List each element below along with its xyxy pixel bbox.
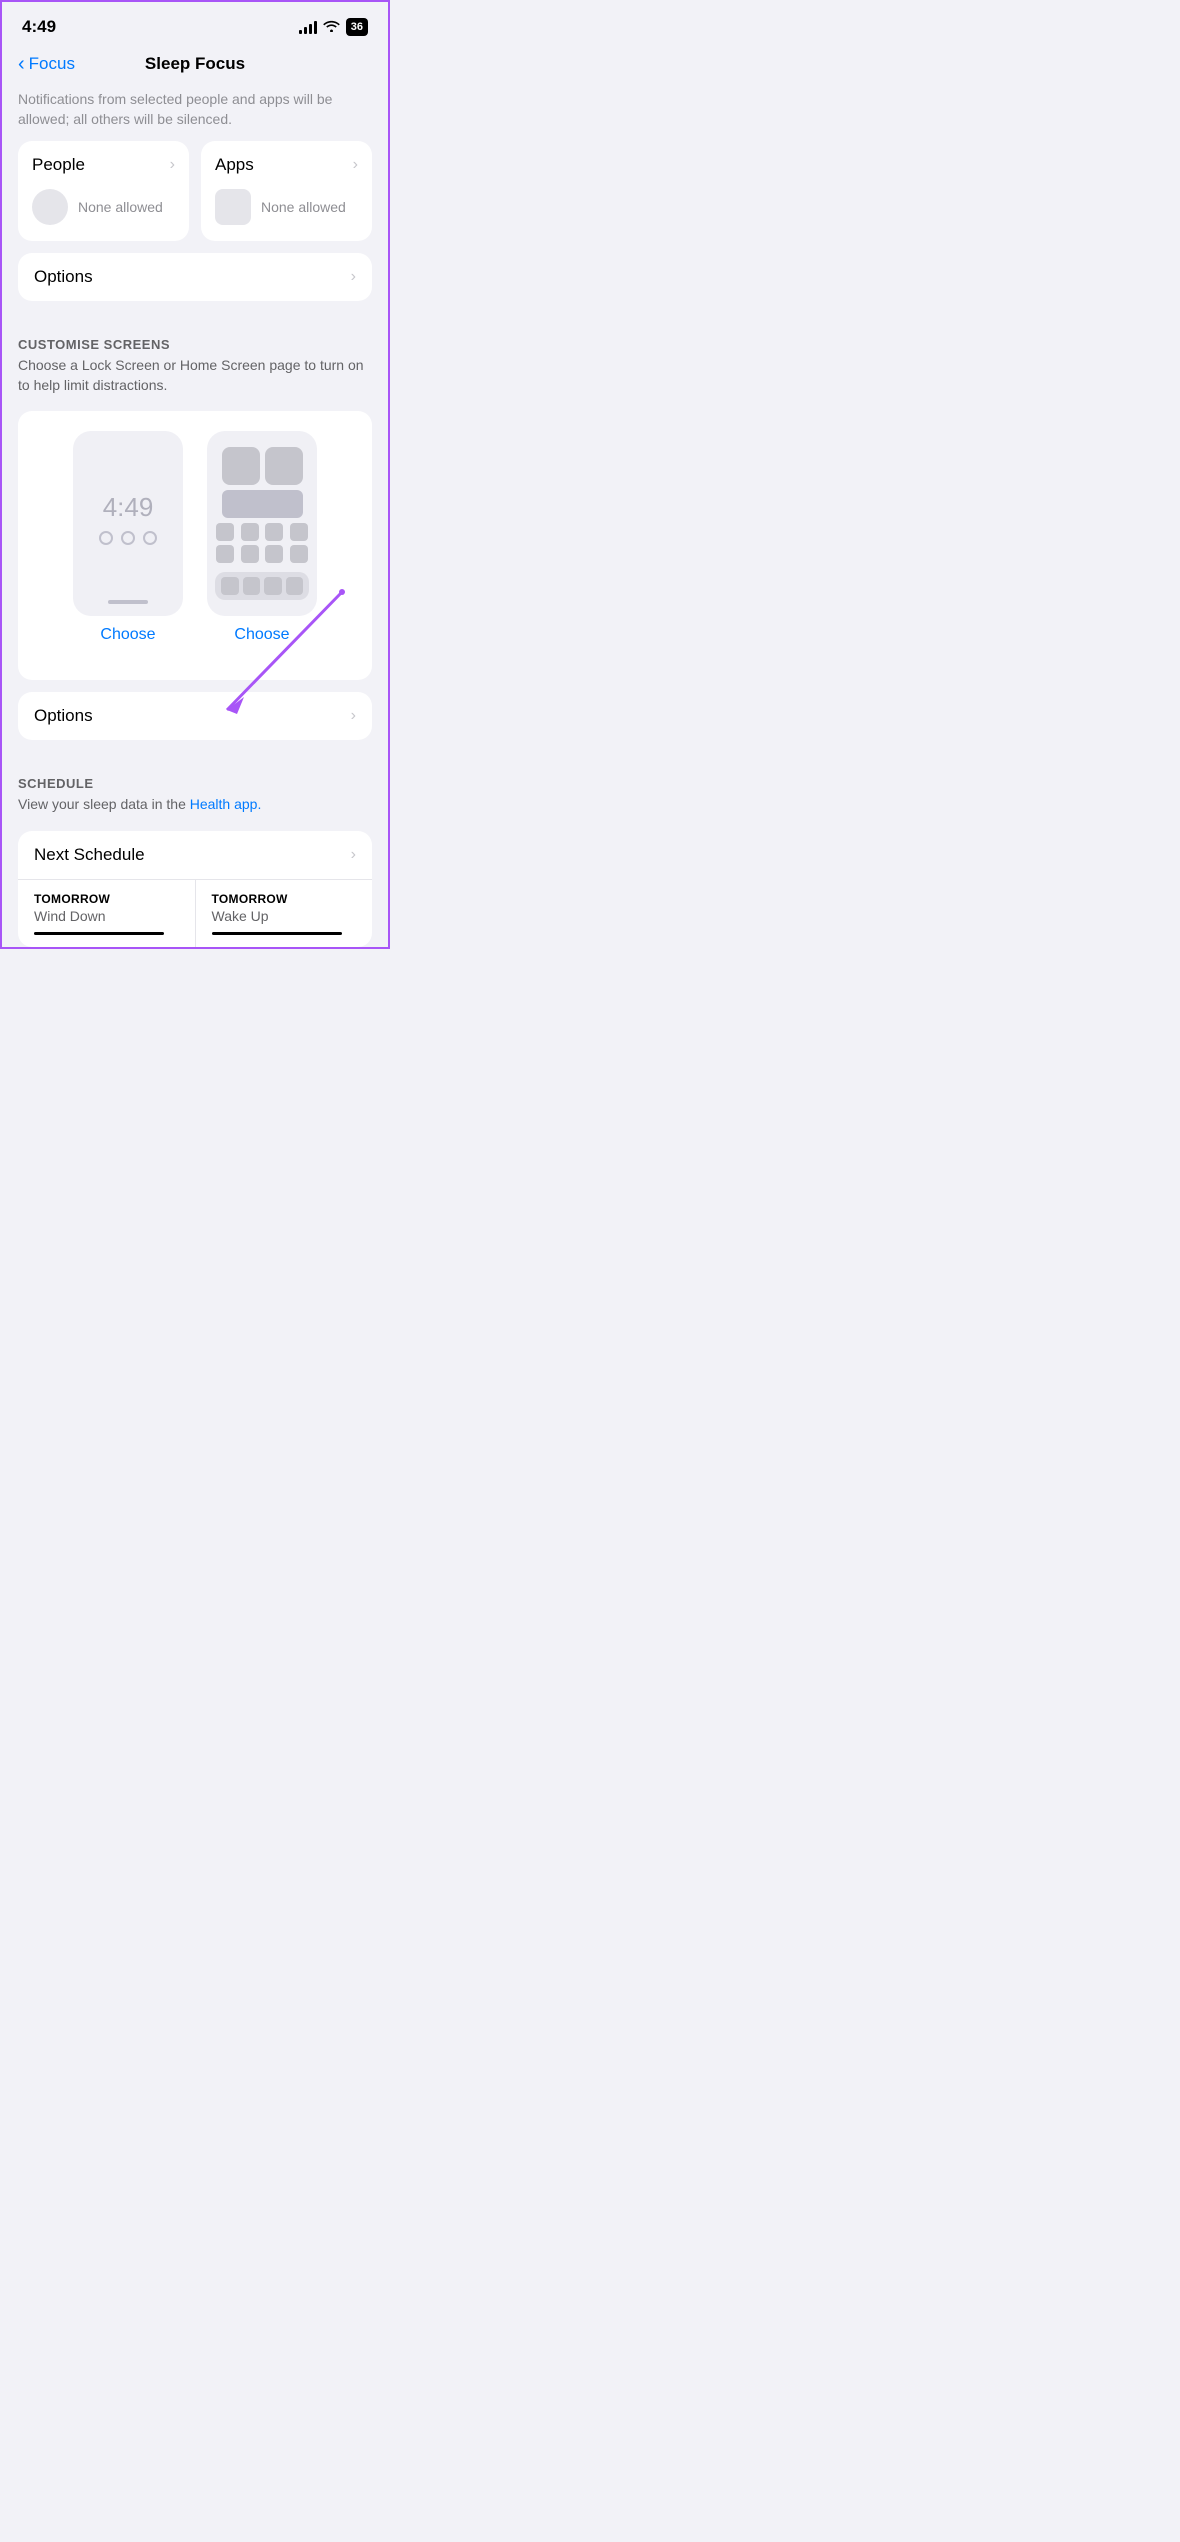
intro-content: Notifications from selected people and a… bbox=[18, 91, 332, 127]
customise-section-header: CUSTOMISE SCREENS Choose a Lock Screen o… bbox=[2, 329, 388, 401]
schedule-section-header: SCHEDULE View your sleep data in the Hea… bbox=[2, 768, 388, 821]
home-screen-choose-button[interactable]: Choose bbox=[234, 626, 289, 644]
dock-icon-1 bbox=[221, 577, 239, 595]
home-screen-mockup bbox=[207, 431, 317, 616]
dock-icon-2 bbox=[243, 577, 261, 595]
apps-card-content: None allowed bbox=[215, 189, 358, 225]
home-icon-3 bbox=[216, 523, 234, 541]
battery-level: 36 bbox=[351, 21, 363, 33]
people-none-text: None allowed bbox=[78, 199, 163, 215]
next-schedule-label: Next Schedule bbox=[34, 845, 145, 865]
apps-icon bbox=[215, 189, 251, 225]
winddown-day: TOMORROW bbox=[34, 892, 179, 906]
home-icon-1 bbox=[222, 447, 260, 485]
chevron-left-icon: ‹ bbox=[18, 53, 25, 76]
home-icon-5 bbox=[265, 523, 283, 541]
battery-icon: 36 bbox=[346, 18, 368, 36]
intro-text: Notifications from selected people and a… bbox=[2, 86, 388, 141]
schedule-item-wakeup: TOMORROW Wake Up bbox=[196, 880, 373, 947]
home-widget bbox=[222, 490, 303, 518]
health-app-link[interactable]: Health app. bbox=[190, 796, 262, 812]
nav-bar: ‹ Focus Sleep Focus bbox=[2, 46, 388, 86]
apps-none-text: None allowed bbox=[261, 199, 346, 215]
dock-icon-4 bbox=[286, 577, 304, 595]
apps-card-title: Apps bbox=[215, 155, 254, 175]
options-annotated-label: Options bbox=[34, 706, 93, 726]
people-card-title: People bbox=[32, 155, 85, 175]
lock-dot-2 bbox=[121, 531, 135, 545]
customise-section-title: CUSTOMISE SCREENS bbox=[18, 337, 372, 352]
back-label: Focus bbox=[29, 54, 75, 74]
customise-section-desc: Choose a Lock Screen or Home Screen page… bbox=[18, 356, 372, 395]
options-annotated-container: Options › bbox=[18, 692, 372, 740]
options-chevron-icon: › bbox=[351, 268, 356, 286]
wakeup-bar bbox=[212, 932, 342, 935]
schedule-items-row: TOMORROW Wind Down TOMORROW Wake Up bbox=[18, 880, 372, 947]
home-icons-grid bbox=[215, 523, 309, 563]
next-schedule-chevron-icon: › bbox=[351, 846, 356, 864]
lock-dots bbox=[99, 531, 157, 545]
home-dock bbox=[215, 572, 309, 600]
back-button[interactable]: ‹ Focus bbox=[18, 53, 75, 76]
options-annotated-card[interactable]: Options › bbox=[18, 692, 372, 740]
status-time: 4:49 bbox=[22, 17, 56, 37]
page-title: Sleep Focus bbox=[145, 54, 245, 74]
lock-screen-mockup: 4:49 bbox=[73, 431, 183, 616]
apps-chevron-icon: › bbox=[353, 156, 358, 174]
customise-screens-card: 4:49 Choose bbox=[18, 411, 372, 680]
home-top-icons bbox=[215, 447, 309, 485]
people-card-content: None allowed bbox=[32, 189, 175, 225]
apps-card-header: Apps › bbox=[215, 155, 358, 175]
home-icon-7 bbox=[216, 545, 234, 563]
schedule-section-title: SCHEDULE bbox=[18, 776, 372, 791]
notification-cards-row: People › None allowed Apps › None allowe… bbox=[2, 141, 388, 241]
lock-screen-content: 4:49 bbox=[99, 492, 157, 545]
winddown-bar bbox=[34, 932, 164, 935]
home-icon-4 bbox=[241, 523, 259, 541]
home-icon-8 bbox=[241, 545, 259, 563]
lock-screen-choose-button[interactable]: Choose bbox=[100, 626, 155, 644]
people-chevron-icon: › bbox=[170, 156, 175, 174]
schedule-item-winddown: TOMORROW Wind Down bbox=[18, 880, 196, 947]
home-icon-6 bbox=[290, 523, 308, 541]
next-schedule-card: Next Schedule › TOMORROW Wind Down TOMOR… bbox=[18, 831, 372, 947]
wifi-icon bbox=[323, 19, 340, 35]
people-avatar-icon bbox=[32, 189, 68, 225]
schedule-desc-text: View your sleep data in the bbox=[18, 796, 190, 812]
next-schedule-row[interactable]: Next Schedule › bbox=[18, 831, 372, 880]
apps-card[interactable]: Apps › None allowed bbox=[201, 141, 372, 241]
people-card[interactable]: People › None allowed bbox=[18, 141, 189, 241]
options-annotated-chevron-icon: › bbox=[351, 707, 356, 725]
lock-dot-3 bbox=[143, 531, 157, 545]
options-label: Options bbox=[34, 267, 93, 287]
home-screen-content bbox=[215, 447, 309, 600]
home-icon-2 bbox=[265, 447, 303, 485]
options-card[interactable]: Options › bbox=[18, 253, 372, 301]
home-icon-9 bbox=[265, 545, 283, 563]
home-icon-10 bbox=[290, 545, 308, 563]
wakeup-day: TOMORROW bbox=[212, 892, 357, 906]
wakeup-name: Wake Up bbox=[212, 908, 357, 924]
people-card-header: People › bbox=[32, 155, 175, 175]
winddown-name: Wind Down bbox=[34, 908, 179, 924]
screens-row: 4:49 Choose bbox=[73, 431, 317, 644]
dock-icon-3 bbox=[264, 577, 282, 595]
schedule-section-desc: View your sleep data in the Health app. bbox=[18, 795, 372, 815]
status-icons: 36 bbox=[299, 18, 368, 36]
lock-screen-time: 4:49 bbox=[103, 492, 154, 523]
lock-dot-1 bbox=[99, 531, 113, 545]
status-bar: 4:49 36 bbox=[2, 2, 388, 46]
lock-screen-bar bbox=[108, 600, 148, 604]
signal-icon bbox=[299, 20, 317, 34]
